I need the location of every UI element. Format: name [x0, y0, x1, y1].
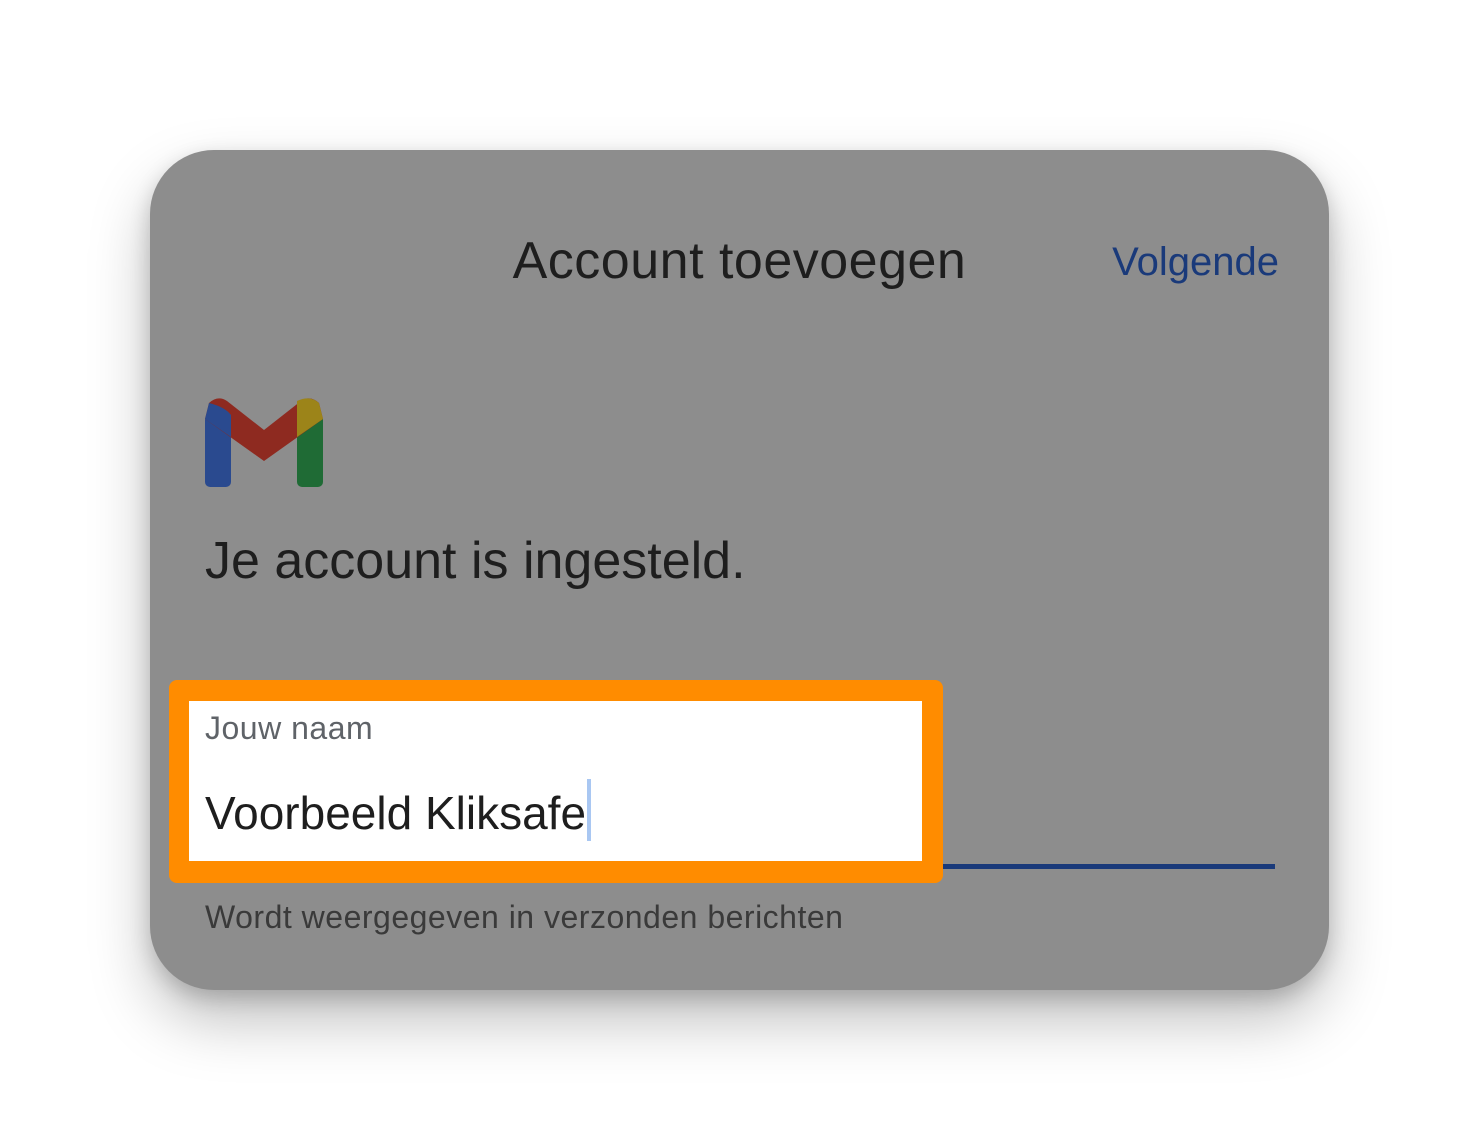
add-account-dialog: Account toevoegen Volgende Je account is…	[150, 150, 1329, 990]
gmail-icon	[205, 398, 323, 487]
name-input[interactable]: Voorbeeld Kliksafe	[205, 779, 592, 841]
helper-text: Wordt weergegeven in verzonden berichten	[205, 899, 844, 935]
next-button[interactable]: Volgende	[1112, 238, 1279, 286]
text-cursor	[587, 779, 592, 841]
name-field-label: Jouw naam	[205, 710, 374, 746]
highlight-box: Jouw naam Voorbeeld Kliksafe	[169, 680, 943, 883]
name-input-value: Voorbeeld Kliksafe	[205, 787, 587, 839]
field-underline	[940, 864, 1275, 869]
name-input-field[interactable]: Jouw naam Voorbeeld Kliksafe	[189, 701, 922, 861]
setup-complete-text: Je account is ingesteld.	[205, 532, 746, 590]
